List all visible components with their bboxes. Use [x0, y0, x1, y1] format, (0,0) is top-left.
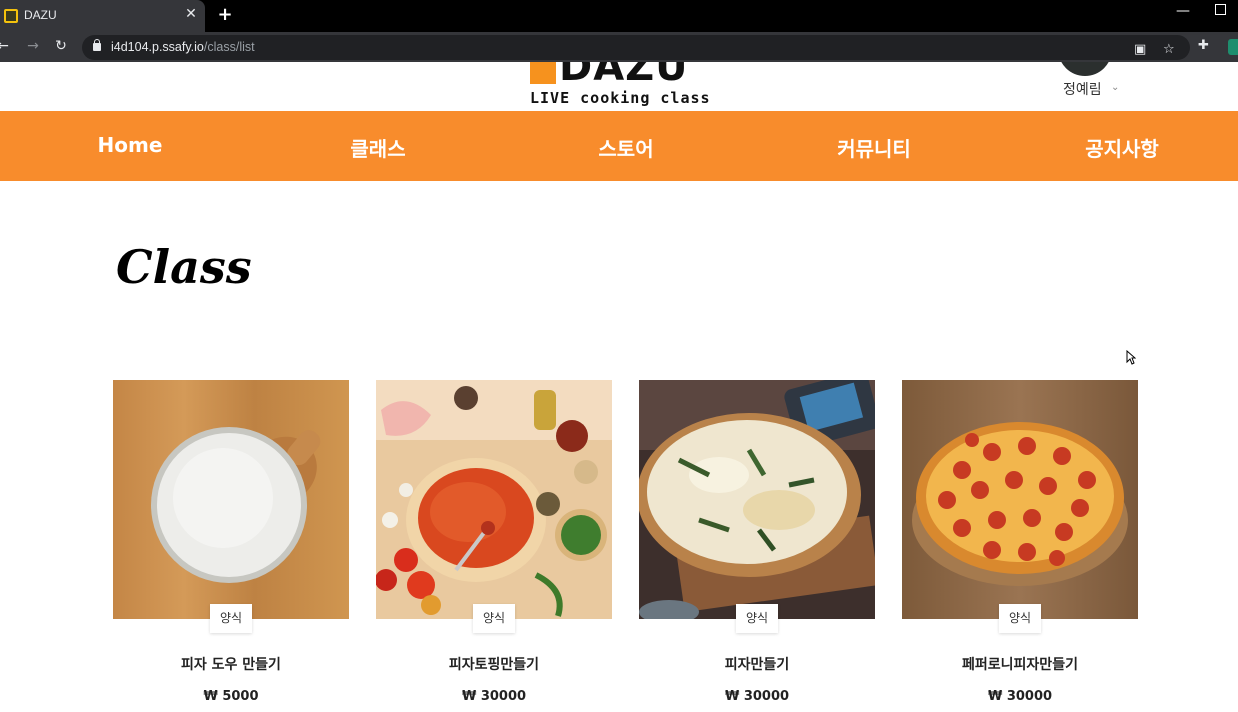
- logo-text: DAZU: [559, 62, 689, 90]
- site-logo[interactable]: DAZU LIVE cooking class: [529, 62, 710, 111]
- favicon-icon: [4, 9, 18, 23]
- class-name[interactable]: 피자토핑만들기: [376, 654, 612, 674]
- class-name[interactable]: 페퍼로니피자만들기: [902, 654, 1138, 674]
- user-name[interactable]: 정예림: [1063, 79, 1102, 99]
- nav-class[interactable]: 클래스: [298, 133, 458, 162]
- site-header: DAZU LIVE cooking class 정예림 ⌄: [0, 62, 1238, 111]
- browser-toolbar: ← → ↻ i4d104.p.ssafy.io/class/list ▣ ☆ ✚: [0, 32, 1238, 62]
- new-tab-icon[interactable]: +: [216, 4, 234, 25]
- class-price: ₩ 30000: [987, 689, 1053, 704]
- browser-tab-bar: DAZU ✕ + —: [0, 0, 1238, 32]
- logo-mark: [530, 62, 556, 84]
- class-card[interactable]: 양식 피자 도우 만들기 ₩ 5000: [113, 380, 349, 712]
- class-image-pizza-dough[interactable]: [113, 380, 349, 619]
- forward-icon[interactable]: →: [24, 38, 42, 54]
- main-nav: Home 클래스 스토어 커뮤니티 공지사항: [0, 111, 1238, 181]
- nav-home[interactable]: Home: [50, 133, 210, 157]
- close-tab-icon[interactable]: ✕: [184, 6, 198, 22]
- address-bar[interactable]: i4d104.p.ssafy.io/class/list ▣ ☆: [82, 35, 1190, 60]
- category-tag: 양식: [999, 604, 1042, 633]
- nav-store[interactable]: 스토어: [546, 133, 706, 162]
- class-price: ₩ 5000: [203, 689, 259, 704]
- category-tag: 양식: [473, 604, 516, 633]
- class-card[interactable]: 양식 페퍼로니피자만들기 ₩ 30000: [902, 380, 1138, 712]
- class-image-pepperoni-pizza[interactable]: [902, 380, 1138, 619]
- class-card[interactable]: 양식 피자토핑만들기 ₩ 30000: [376, 380, 612, 712]
- translate-icon[interactable]: ▣: [1134, 42, 1146, 57]
- extensions-icon[interactable]: ✚: [1198, 38, 1209, 53]
- browser-tab[interactable]: DAZU ✕: [0, 0, 205, 32]
- class-price: ₩ 30000: [461, 689, 527, 704]
- class-image-pizza-topping[interactable]: [376, 380, 612, 619]
- logo-subtitle: LIVE cooking class: [530, 89, 711, 107]
- minimize-icon[interactable]: —: [1176, 3, 1190, 19]
- class-name[interactable]: 피자만들기: [639, 654, 875, 674]
- page-title: Class: [116, 240, 252, 294]
- class-name[interactable]: 피자 도우 만들기: [113, 654, 349, 674]
- class-image-pizza[interactable]: [639, 380, 875, 619]
- category-tag: 양식: [736, 604, 779, 633]
- maximize-icon[interactable]: [1215, 4, 1226, 15]
- lock-icon[interactable]: [93, 39, 101, 51]
- url-text[interactable]: i4d104.p.ssafy.io/class/list: [111, 40, 255, 54]
- category-tag: 양식: [210, 604, 253, 633]
- back-icon[interactable]: ←: [0, 38, 12, 54]
- reload-icon[interactable]: ↻: [52, 38, 70, 54]
- nav-community[interactable]: 커뮤니티: [794, 133, 954, 162]
- nav-notice[interactable]: 공지사항: [1042, 133, 1202, 162]
- mouse-cursor-icon: [1126, 350, 1136, 365]
- class-card[interactable]: 양식 피자만들기 ₩ 30000: [639, 380, 875, 712]
- class-price: ₩ 30000: [724, 689, 790, 704]
- chevron-down-icon[interactable]: ⌄: [1111, 82, 1119, 93]
- avatar[interactable]: [1058, 62, 1112, 76]
- tab-title: DAZU: [24, 8, 57, 22]
- extension-badge-icon[interactable]: [1228, 39, 1238, 55]
- star-icon[interactable]: ☆: [1163, 42, 1175, 57]
